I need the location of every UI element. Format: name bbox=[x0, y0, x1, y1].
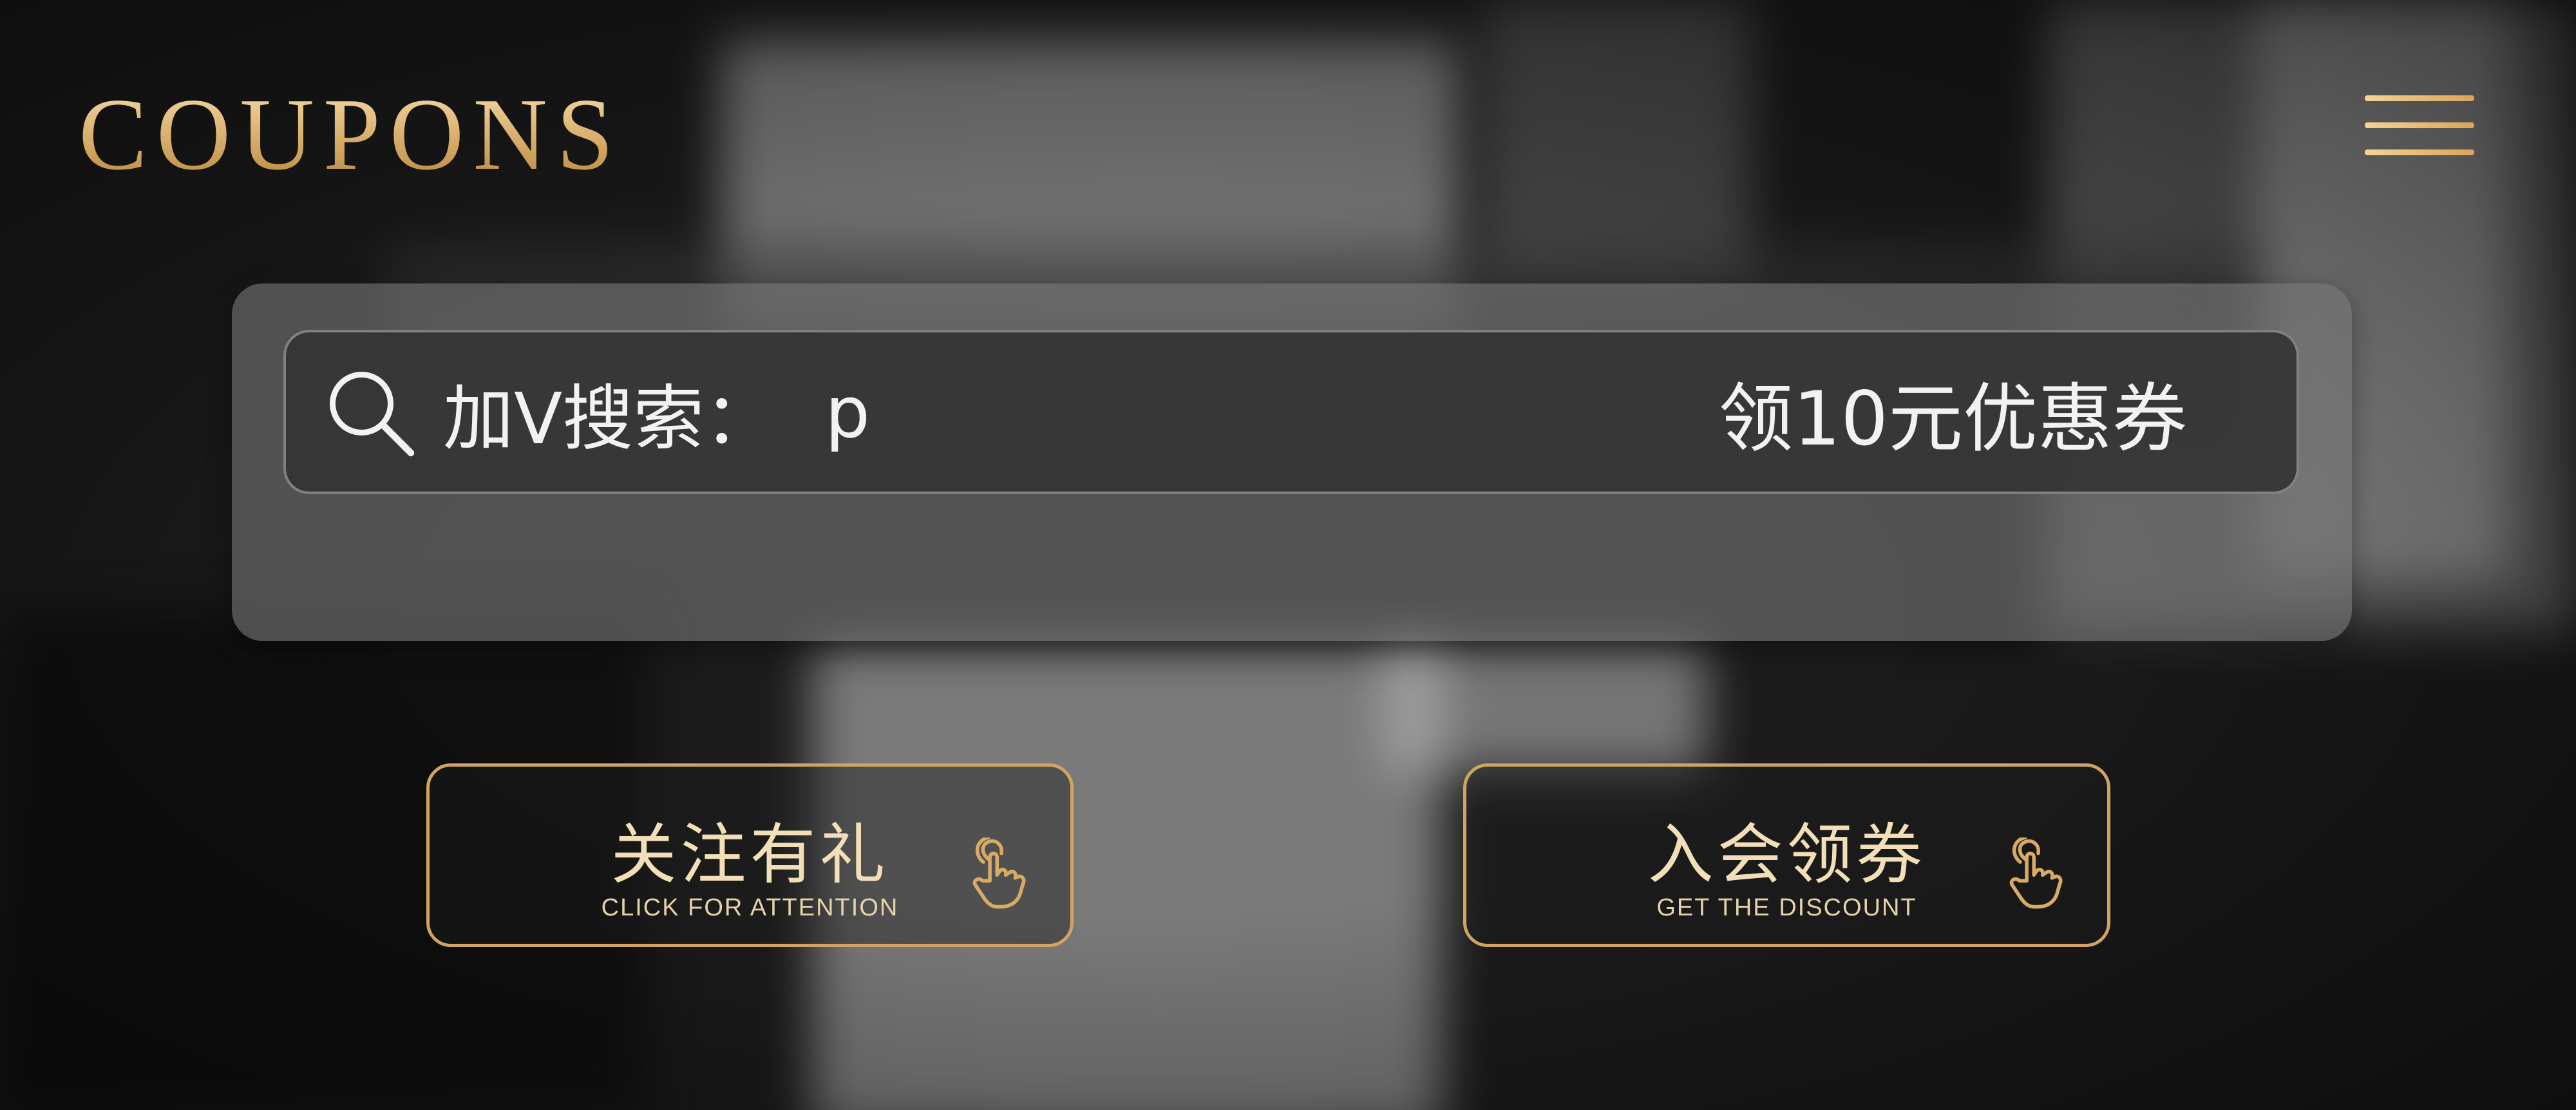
join-member-coupon-button[interactable]: 入会领券 GET THE DISCOUNT bbox=[1463, 763, 2110, 947]
coupons-page: COUPONS 加V搜索： p 领10元优惠券 关注有礼 CLICK FOR A… bbox=[0, 0, 2576, 1110]
search-input-value[interactable]: p bbox=[825, 371, 870, 454]
search-panel: 加V搜索： p 领10元优惠券 bbox=[232, 283, 2352, 641]
hand-pointer-icon bbox=[2009, 837, 2063, 909]
hamburger-menu-icon[interactable] bbox=[2365, 95, 2474, 160]
search-bar[interactable]: 加V搜索： p 领10元优惠券 bbox=[283, 330, 2299, 494]
search-label: 加V搜索： bbox=[443, 377, 775, 460]
brand-logo: COUPONS bbox=[79, 77, 623, 191]
hand-pointer-icon bbox=[972, 837, 1026, 909]
search-icon bbox=[330, 371, 415, 456]
coupon-promo-text: 领10元优惠券 bbox=[1718, 375, 2187, 463]
follow-for-gift-button[interactable]: 关注有礼 CLICK FOR ATTENTION bbox=[426, 763, 1074, 947]
